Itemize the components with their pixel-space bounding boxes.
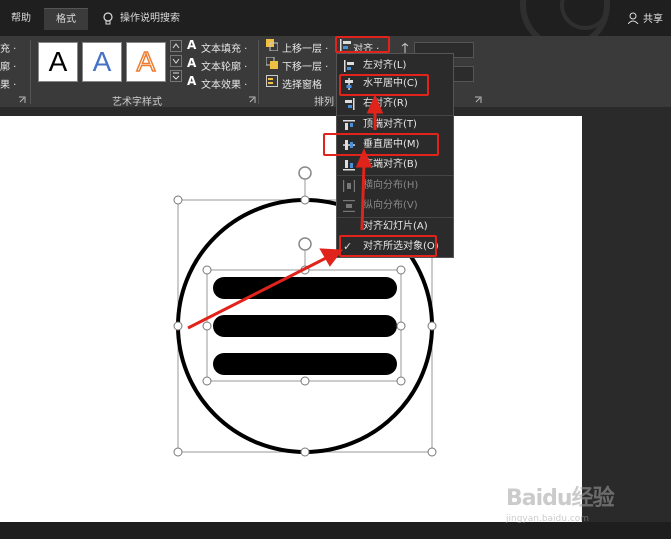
arrow-head-icon (366, 94, 384, 114)
arrow-to-align-middle (360, 161, 366, 231)
arrow-to-align-selected (187, 254, 331, 330)
arrow-head-icon (319, 248, 343, 267)
watermark-brand-cn: 经验 (571, 486, 615, 511)
arrow-head-icon (355, 148, 373, 168)
watermark: Baidu经验 jingyan.baidu.com (506, 480, 615, 524)
powerpoint-window: 帮助 格式 操作说明搜索 共享 充 · 廓 · 果 · A A A A 文本填充… (0, 0, 671, 539)
watermark-brand: Baidu (506, 486, 573, 511)
annotation-arrows (187, 94, 384, 330)
watermark-url: jingyan.baidu.com (506, 514, 590, 524)
